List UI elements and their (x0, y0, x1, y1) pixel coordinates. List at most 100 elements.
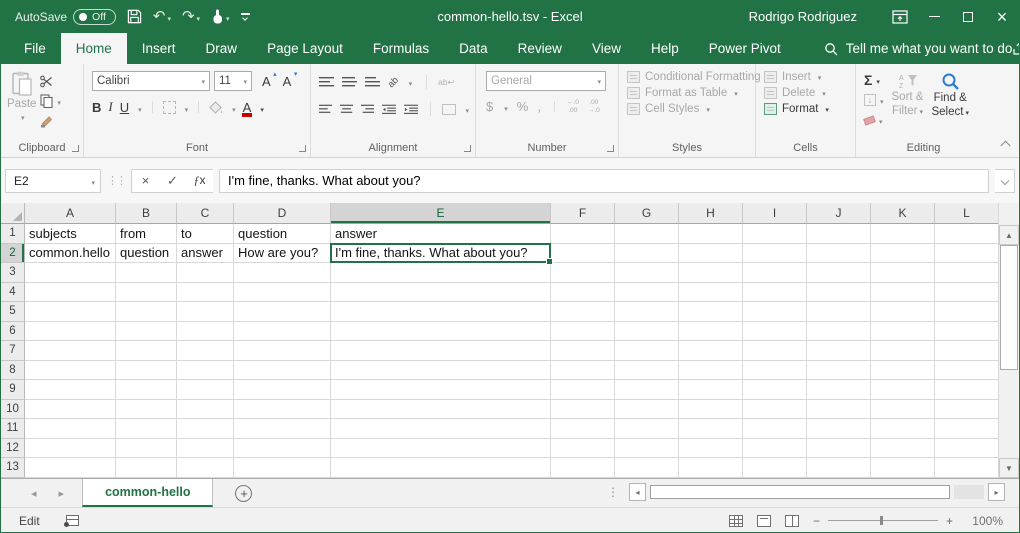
cell-B1[interactable]: from (116, 224, 177, 244)
cell-L9[interactable] (935, 380, 999, 400)
cell-D2[interactable]: How are you? (234, 244, 331, 264)
align-middle-icon[interactable] (342, 77, 357, 88)
zoom-in-button[interactable]: + (946, 514, 953, 528)
cell-F7[interactable] (551, 341, 615, 361)
cell-F11[interactable] (551, 419, 615, 439)
undo-button[interactable] (153, 9, 171, 24)
comma-format-button[interactable]: , (537, 99, 541, 114)
conditional-formatting-button[interactable]: Conditional Formatting (627, 71, 749, 83)
formula-input[interactable]: I'm fine, thanks. What about you? (219, 169, 989, 193)
cell-K3[interactable] (871, 263, 935, 283)
cell-F12[interactable] (551, 439, 615, 459)
minimize-button[interactable] (917, 0, 951, 33)
cell-B7[interactable] (116, 341, 177, 361)
cell-L10[interactable] (935, 400, 999, 420)
cell-C13[interactable] (177, 458, 234, 478)
cell-L7[interactable] (935, 341, 999, 361)
cell-A4[interactable] (25, 283, 116, 303)
align-left-icon[interactable] (319, 104, 332, 115)
autosave-pill[interactable]: Off (73, 9, 116, 25)
cell-C11[interactable] (177, 419, 234, 439)
cell-G8[interactable] (615, 361, 679, 381)
column-header-B[interactable]: B (116, 203, 177, 224)
row-header-5[interactable]: 5 (1, 302, 25, 322)
column-header-A[interactable]: A (25, 203, 116, 224)
cell-H8[interactable] (679, 361, 743, 381)
cell-E11[interactable] (331, 419, 551, 439)
sort-filter-button[interactable]: AZ Sort & Filter (892, 71, 924, 127)
cut-button[interactable] (40, 74, 61, 88)
font-color-button[interactable]: A (243, 101, 252, 114)
cell-C6[interactable] (177, 322, 234, 342)
cell-B2[interactable]: question (116, 244, 177, 264)
cell-C5[interactable] (177, 302, 234, 322)
maximize-button[interactable] (951, 0, 985, 33)
cell-F4[interactable] (551, 283, 615, 303)
cell-D7[interactable] (234, 341, 331, 361)
zoom-slider[interactable] (828, 520, 938, 521)
horizontal-scroll-thumb[interactable] (650, 485, 950, 499)
insert-cells-button[interactable]: Insert (764, 71, 849, 83)
align-top-icon[interactable] (319, 77, 334, 88)
tab-view[interactable]: View (577, 33, 636, 64)
cell-J6[interactable] (807, 322, 871, 342)
cell-H6[interactable] (679, 322, 743, 342)
share-button[interactable]: Share (1012, 33, 1020, 64)
column-header-D[interactable]: D (234, 203, 331, 224)
cell-I7[interactable] (743, 341, 807, 361)
cell-L8[interactable] (935, 361, 999, 381)
formula-bar-resize-handle[interactable]: ⋮⋮ (107, 174, 125, 187)
cell-A13[interactable] (25, 458, 116, 478)
sheet-tab-common-hello[interactable]: common-hello (82, 479, 213, 507)
cell-H2[interactable] (679, 244, 743, 264)
fill-button[interactable]: ↓ (864, 93, 884, 107)
normal-view-button[interactable] (729, 515, 743, 527)
column-header-J[interactable]: J (807, 203, 871, 224)
row-header-3[interactable]: 3 (1, 263, 25, 283)
decrease-font-size-button[interactable]: A▾ (283, 74, 292, 89)
insert-function-button[interactable]: ƒx (186, 173, 213, 188)
cell-B9[interactable] (116, 380, 177, 400)
cell-C4[interactable] (177, 283, 234, 303)
cell-K12[interactable] (871, 439, 935, 459)
row-header-8[interactable]: 8 (1, 361, 25, 381)
cell-H7[interactable] (679, 341, 743, 361)
cell-K11[interactable] (871, 419, 935, 439)
cell-J1[interactable] (807, 224, 871, 244)
tab-data[interactable]: Data (444, 33, 503, 64)
cell-I9[interactable] (743, 380, 807, 400)
column-header-I[interactable]: I (743, 203, 807, 224)
cell-E1[interactable]: answer (331, 224, 551, 244)
collapse-ribbon-button[interactable] (1001, 141, 1011, 151)
underline-button[interactable]: U (120, 100, 129, 115)
cell-B6[interactable] (116, 322, 177, 342)
cell-J8[interactable] (807, 361, 871, 381)
cell-G6[interactable] (615, 322, 679, 342)
cell-J3[interactable] (807, 263, 871, 283)
cell-E9[interactable] (331, 380, 551, 400)
copy-button[interactable] (40, 94, 61, 108)
cell-L11[interactable] (935, 419, 999, 439)
cell-E4[interactable] (331, 283, 551, 303)
cell-I6[interactable] (743, 322, 807, 342)
merge-center-button[interactable] (442, 104, 455, 115)
cell-C8[interactable] (177, 361, 234, 381)
cell-L5[interactable] (935, 302, 999, 322)
cell-C9[interactable] (177, 380, 234, 400)
column-header-F[interactable]: F (551, 203, 615, 224)
cell-H13[interactable] (679, 458, 743, 478)
orientation-dropdown-icon[interactable] (407, 73, 413, 91)
column-header-L[interactable]: L (935, 203, 999, 224)
previous-sheet-button[interactable]: ◂ (31, 487, 37, 500)
cell-K2[interactable] (871, 244, 935, 264)
cell-C3[interactable] (177, 263, 234, 283)
cell-C1[interactable]: to (177, 224, 234, 244)
cell-D3[interactable] (234, 263, 331, 283)
cell-E8[interactable] (331, 361, 551, 381)
alignment-dialog-launcher[interactable] (464, 145, 471, 152)
cell-H12[interactable] (679, 439, 743, 459)
cell-A12[interactable] (25, 439, 116, 459)
cell-L4[interactable] (935, 283, 999, 303)
select-all-button[interactable] (1, 203, 25, 224)
row-header-9[interactable]: 9 (1, 380, 25, 400)
